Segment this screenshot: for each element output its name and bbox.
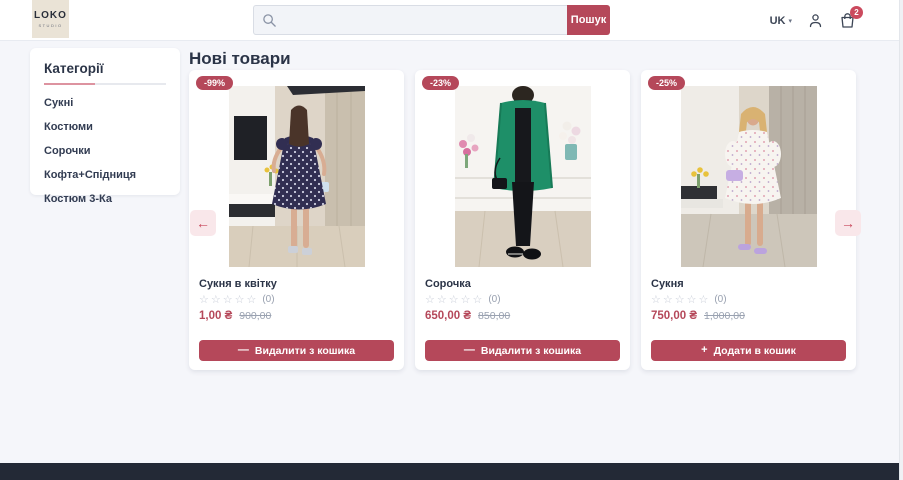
scrollbar[interactable] [899, 0, 903, 480]
page-title: Нові товари [189, 49, 291, 68]
logo-subtitle: STUDIO [38, 22, 63, 28]
add-to-cart-button[interactable]: + Додати в кошик [651, 340, 846, 361]
sidebar-item-kofta-spidnytsya[interactable]: Кофта+Спідниця [44, 169, 166, 181]
product-name[interactable]: Сукня в квітку [199, 278, 394, 290]
rating-count: (0) [714, 294, 727, 305]
remove-from-cart-button[interactable]: — Видалити з кошика [199, 340, 394, 361]
product-rating: ☆☆☆☆☆ (0) [651, 293, 846, 306]
remove-from-cart-button[interactable]: — Видалити з кошика [425, 340, 620, 361]
cta-label: Видалити з кошика [480, 344, 582, 357]
sidebar-item-kostyumy[interactable]: Костюми [44, 121, 166, 133]
cart-button[interactable]: 2 [839, 6, 863, 29]
footer-bar [0, 463, 903, 480]
search-field-wrap [253, 5, 567, 35]
carousel-prev-button[interactable]: ← [190, 210, 216, 236]
rating-count: (0) [262, 294, 275, 305]
header-actions: UK ▾ 2 [770, 0, 863, 41]
language-selector[interactable]: UK ▾ [770, 15, 792, 27]
product-image[interactable] [680, 86, 817, 267]
product-price: 1,00 ₴ [199, 310, 233, 322]
search-button[interactable]: Пошук [567, 5, 610, 35]
product-card[interactable]: -99% Сукня в квітку ☆☆☆☆☆ (0) 1,00 ₴ 900… [189, 70, 404, 370]
product-price: 750,00 ₴ [651, 310, 698, 322]
language-label: UK [769, 14, 786, 27]
user-icon [809, 14, 822, 28]
product-old-price: 900,00 [239, 310, 272, 322]
product-rating: ☆☆☆☆☆ (0) [199, 293, 394, 306]
new-products-carousel: -99% Сукня в квітку ☆☆☆☆☆ (0) 1,00 ₴ 900… [189, 70, 861, 370]
sidebar-item-sorochky[interactable]: Сорочки [44, 145, 166, 157]
search-icon [263, 14, 276, 27]
product-name[interactable]: Сорочка [425, 278, 620, 290]
discount-badge: -23% [422, 76, 460, 90]
header: LOKO STUDIO Пошук UK ▾ 2 [0, 0, 903, 41]
account-button[interactable] [807, 12, 824, 29]
rating-count: (0) [488, 294, 501, 305]
search-form: Пошук [253, 5, 610, 35]
sidebar-item-kostyum-3ka[interactable]: Костюм 3-Ка [44, 193, 166, 205]
cta-label: Видалити з кошика [254, 344, 356, 357]
arrow-left-icon: ← [196, 215, 210, 231]
cta-label: Додати в кошик [713, 344, 796, 357]
discount-badge: -99% [196, 76, 234, 90]
sidebar-item-sukni[interactable]: Сукні [44, 97, 166, 109]
product-name[interactable]: Сукня [651, 278, 846, 290]
arrow-right-icon: → [841, 215, 855, 231]
cart-count-badge: 2 [850, 6, 863, 19]
logo[interactable]: LOKO STUDIO [32, 0, 69, 38]
discount-badge: -25% [648, 76, 686, 90]
product-card[interactable]: -23% Сорочка ☆☆☆☆☆ (0) 650,00 ₴ 850,00 —… [415, 70, 630, 370]
carousel-next-button[interactable]: → [835, 210, 861, 236]
categories-title: Категорії [44, 61, 104, 76]
minus-icon: — [463, 344, 475, 356]
price-row: 1,00 ₴ 900,00 [199, 310, 394, 322]
product-old-price: 1,000,00 [704, 310, 745, 322]
star-icons: ☆☆☆☆☆ [425, 294, 485, 306]
logo-title: LOKO [34, 9, 67, 21]
chevron-down-icon: ▾ [788, 17, 792, 25]
minus-icon: — [237, 344, 249, 356]
divider [44, 83, 166, 85]
price-row: 650,00 ₴ 850,00 [425, 310, 620, 322]
product-image[interactable] [454, 86, 591, 267]
star-icons: ☆☆☆☆☆ [199, 294, 259, 306]
categories-panel: Категорії Сукні Костюми Сорочки Кофта+Сп… [30, 48, 180, 205]
plus-icon: + [701, 344, 708, 356]
product-price: 650,00 ₴ [425, 310, 472, 322]
star-icons: ☆☆☆☆☆ [651, 294, 711, 306]
price-row: 750,00 ₴ 1,000,00 [651, 310, 846, 322]
product-rating: ☆☆☆☆☆ (0) [425, 293, 620, 306]
product-old-price: 850,00 [478, 310, 511, 322]
product-card[interactable]: -25% Сукня ☆☆☆☆☆ (0) 750,00 ₴ 1,000,00 +… [641, 70, 856, 370]
product-image[interactable] [228, 86, 365, 267]
search-input[interactable] [254, 6, 567, 34]
